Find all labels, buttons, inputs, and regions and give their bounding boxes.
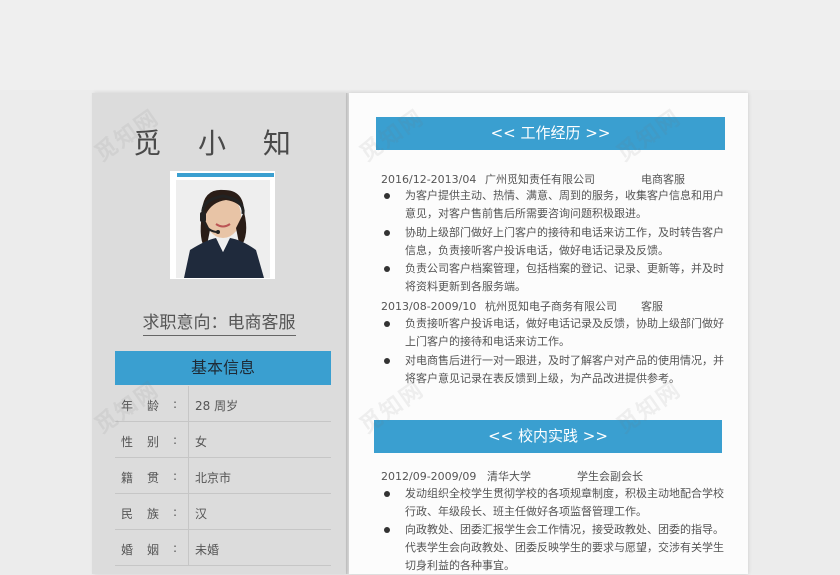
campus-entry: 2012/09-2009/09 清华大学 学生会副会长 [381,468,643,484]
bullet-icon [384,230,390,236]
job-date: 2016/12-2013/04 [381,173,477,186]
campus-duty: 发动组织全校学生贯彻学校的各项规章制度，积极主动地配合学校行政、年级段长、班主任… [384,485,729,521]
info-colon: : [173,469,178,483]
profile-photo-illustration [176,180,270,278]
campus-duty-text: 向政教处、团委汇报学生会工作情况，接受政教处、团委的指导。代表学生会向政教处、团… [405,523,724,572]
background-top [0,0,840,90]
bullet-icon [384,266,390,272]
job-duty: 负责接听客户投诉电话，做好电话记录及反馈，协助上级部门做好上门客户的接待和电话来… [384,315,729,351]
info-divider [188,422,189,457]
campus-practice-header: << 校内实践 >> [374,420,722,453]
info-value: 北京市 [195,471,232,485]
bullet-icon [384,321,390,327]
job-company: 杭州觅知电子商务有限公司 [485,300,617,313]
job-duty-text: 为客户提供主动、热情、满意、周到的服务，收集客户信息和用户意见，对客户售前售后所… [405,189,724,220]
job-duty: 协助上级部门做好上门客户的接待和电话来访工作，及时转告客户信息，负责接听客户投诉… [384,224,729,260]
info-value: 汉 [195,507,208,521]
applicant-name: 觅 小 知 [133,127,305,160]
job-date: 2013/08-2009/10 [381,300,477,313]
work-experience-header: << 工作经历 >> [376,117,725,150]
profile-photo [176,180,270,278]
campus-duty: 向政教处、团委汇报学生会工作情况，接受政教处、团委的指导。代表学生会向政教处、团… [384,521,729,575]
campus-duty-text: 发动组织全校学生贯彻学校的各项规章制度，积极主动地配合学校行政、年级段长、班主任… [405,487,724,518]
photo-accent-bar [177,173,274,177]
info-divider [188,458,189,493]
bullet-icon [384,358,390,364]
bullet-icon [384,527,390,533]
campus-org: 清华大学 [487,470,531,483]
job-entry-2: 2013/08-2009/10 杭州觅知电子商务有限公司 客服 [381,298,663,314]
job-company: 广州觅知责任有限公司 [485,173,595,186]
info-row-age: 年龄 : 28 周岁 [115,386,331,422]
job-duty: 负责公司客户档案管理，包括档案的登记、记录、更新等，并及时将资料更新到各服务端。 [384,260,729,296]
info-row-marital: 婚姻 : 未婚 [115,530,331,566]
info-row-gender: 性别 : 女 [115,422,331,458]
job-duty-text: 协助上级部门做好上门客户的接待和电话来访工作，及时转告客户信息，负责接听客户投诉… [405,226,724,257]
info-label: 性别 [121,435,174,449]
info-label: 婚姻 [121,543,174,557]
info-colon: : [173,541,178,555]
info-row-ethnicity: 民族 : 汉 [115,494,331,530]
info-divider [188,494,189,529]
job-duty: 对电商售后进行一对一跟进，及时了解客户对产品的使用情况，并将客户意见记录在表反馈… [384,352,729,388]
job-duty: 为客户提供主动、热情、满意、周到的服务，收集客户信息和用户意见，对客户售前售后所… [384,187,729,223]
info-label: 年龄 [121,399,174,413]
bullet-icon [384,491,390,497]
info-divider [188,530,189,565]
info-divider [188,386,189,421]
info-colon: : [173,433,178,447]
job-duty-text: 负责公司客户档案管理，包括档案的登记、记录、更新等，并及时将资料更新到各服务端。 [405,262,724,293]
job-entry-1: 2016/12-2013/04 广州觅知责任有限公司 电商客服 [381,171,685,187]
job-role: 客服 [641,300,663,313]
info-colon: : [173,505,178,519]
job-intent-text: 求职意向：电商客服 [142,313,296,336]
job-duty-text: 负责接听客户投诉电话，做好电话记录及反馈，协助上级部门做好上门客户的接待和电话来… [405,317,724,348]
info-value: 女 [195,435,208,449]
campus-role: 学生会副会长 [577,470,643,483]
info-colon: : [173,397,178,411]
basic-info-table: 年龄 : 28 周岁 性别 : 女 籍贯 : 北京市 民族 : 汉 婚姻 : 未… [115,386,331,566]
info-row-hometown: 籍贯 : 北京市 [115,458,331,494]
info-value: 28 周岁 [195,399,239,413]
bullet-icon [384,193,390,199]
info-value: 未婚 [195,543,220,557]
info-label: 民族 [121,507,174,521]
info-label: 籍贯 [121,471,174,485]
job-intent: 求职意向：电商客服 [92,308,346,336]
campus-date: 2012/09-2009/09 [381,470,477,483]
basic-info-header: 基本信息 [115,351,331,385]
job-role: 电商客服 [641,173,685,186]
job-duty-text: 对电商售后进行一对一跟进，及时了解客户对产品的使用情况，并将客户意见记录在表反馈… [405,354,724,385]
